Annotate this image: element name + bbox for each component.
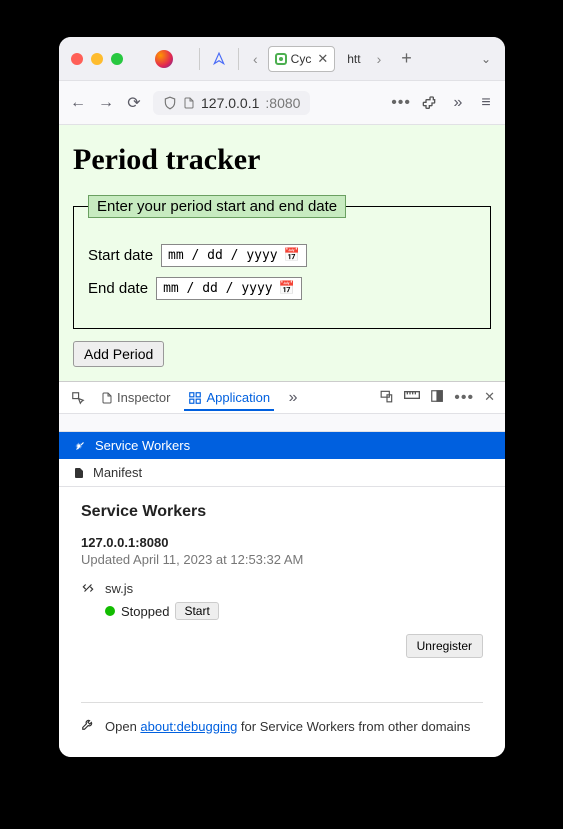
start-date-input[interactable]: mm / dd / yyyy 📅: [161, 244, 307, 267]
status-dot-icon: [105, 606, 115, 616]
end-date-row: End date mm / dd / yyyy 📅: [88, 277, 476, 300]
divider: [81, 702, 483, 703]
manifest-label: Manifest: [93, 465, 142, 480]
devtools-body: Service Workers 127.0.0.1:8080 Updated A…: [59, 487, 505, 753]
tab-separator: [238, 48, 239, 70]
page-actions-button[interactable]: •••: [391, 94, 411, 112]
start-button[interactable]: Start: [175, 602, 218, 620]
devtools-panel: Inspector Application » ••• ✕ Service Wo…: [59, 381, 505, 757]
application-icon: [188, 391, 202, 405]
sw-updated: Updated April 11, 2023 at 12:53:32 AM: [81, 552, 483, 567]
reload-button[interactable]: ⟳: [125, 94, 143, 112]
tab-prev-button[interactable]: ‹: [249, 51, 262, 67]
sw-file-row: sw.js Stopped Start: [81, 581, 483, 620]
overflow-button[interactable]: »: [449, 94, 467, 112]
page-title: Period tracker: [73, 143, 491, 177]
devtools-tabs: Inspector Application » ••• ✕: [59, 382, 505, 414]
end-date-input[interactable]: mm / dd / yyyy 📅: [156, 277, 302, 300]
inspector-icon: [101, 391, 113, 405]
tab-favicon: [275, 53, 287, 65]
footer-suffix: for Service Workers from other domains: [237, 719, 470, 734]
footer-prefix: Open: [105, 719, 140, 734]
service-workers-nav[interactable]: Service Workers: [59, 432, 505, 459]
application-tab-label: Application: [206, 390, 270, 405]
date-placeholder: mm / dd / yyyy: [163, 281, 273, 296]
devtools-close-button[interactable]: ✕: [484, 389, 495, 407]
unregister-button[interactable]: Unregister: [406, 634, 483, 658]
fieldset-legend: Enter your period start and end date: [88, 195, 346, 218]
tools-icon: [81, 581, 95, 595]
tabs-dropdown-button[interactable]: ⌄: [475, 52, 497, 66]
forward-button[interactable]: →: [97, 94, 115, 112]
tab-separator: [199, 48, 200, 70]
shield-icon: [163, 96, 177, 110]
ruler-icon[interactable]: [404, 389, 420, 407]
tab-strip: ‹ Cyc ✕ htt › + ⌄: [59, 37, 505, 81]
extensions-button[interactable]: [421, 94, 439, 112]
tab-label: Cyc: [291, 52, 312, 66]
devtools-options-button[interactable]: •••: [454, 389, 474, 407]
window-controls: [71, 53, 123, 65]
sw-status: Stopped: [121, 604, 169, 619]
wrench-icon: [81, 717, 95, 731]
start-date-row: Start date mm / dd / yyyy 📅: [88, 244, 476, 267]
tab-close-button[interactable]: ✕: [317, 51, 328, 67]
address-field[interactable]: 127.0.0.1 :8080: [153, 91, 310, 115]
back-button[interactable]: ←: [69, 94, 87, 112]
manifest-nav[interactable]: Manifest: [59, 459, 505, 487]
firefox-icon: [155, 50, 173, 68]
close-window-button[interactable]: [71, 53, 83, 65]
tab-next-button[interactable]: ›: [373, 51, 386, 67]
sw-file-name[interactable]: sw.js: [105, 581, 219, 596]
dock-icon[interactable]: [430, 389, 444, 407]
browser-window: ‹ Cyc ✕ htt › + ⌄ ← → ⟳ 127.0.0.1 :8080 •…: [59, 37, 505, 757]
period-fieldset: Enter your period start and end date Sta…: [73, 195, 491, 329]
page-icon: [183, 96, 195, 110]
sw-status-line: Stopped Start: [105, 602, 219, 620]
date-placeholder: mm / dd / yyyy: [168, 248, 278, 263]
calendar-icon[interactable]: 📅: [279, 281, 295, 296]
section-title: Service Workers: [81, 503, 483, 521]
sw-host: 127.0.0.1:8080: [81, 535, 483, 550]
inspector-tab[interactable]: Inspector: [97, 384, 174, 411]
start-date-label: Start date: [88, 247, 153, 264]
inspector-tab-label: Inspector: [117, 390, 170, 405]
page-content: Period tracker Enter your period start a…: [59, 125, 505, 381]
footer-note: Open about:debugging for Service Workers…: [81, 717, 483, 737]
document-icon: [73, 466, 85, 480]
new-tab-button[interactable]: +: [395, 48, 418, 69]
maximize-window-button[interactable]: [111, 53, 123, 65]
menu-button[interactable]: ≡: [477, 94, 495, 112]
add-period-button[interactable]: Add Period: [73, 341, 164, 367]
about-debugging-link[interactable]: about:debugging: [140, 719, 237, 734]
tab-active[interactable]: Cyc ✕: [268, 46, 336, 72]
calendar-icon[interactable]: 📅: [284, 248, 300, 263]
element-picker-icon[interactable]: [69, 389, 87, 407]
url-bar: ← → ⟳ 127.0.0.1 :8080 ••• » ≡: [59, 81, 505, 125]
tab-label: htt: [347, 52, 360, 66]
devtools-spacer: [59, 414, 505, 432]
tab-inactive[interactable]: htt: [341, 48, 366, 70]
service-workers-label: Service Workers: [95, 438, 190, 453]
tab-icon-generic[interactable]: [210, 50, 228, 68]
devtools-more-tabs[interactable]: »: [284, 389, 302, 407]
minimize-window-button[interactable]: [91, 53, 103, 65]
responsive-mode-icon[interactable]: [380, 389, 394, 407]
url-port: :8080: [265, 95, 300, 111]
url-host: 127.0.0.1: [201, 95, 259, 111]
end-date-label: End date: [88, 280, 148, 297]
tools-icon: [73, 439, 87, 453]
application-tab[interactable]: Application: [184, 384, 274, 411]
